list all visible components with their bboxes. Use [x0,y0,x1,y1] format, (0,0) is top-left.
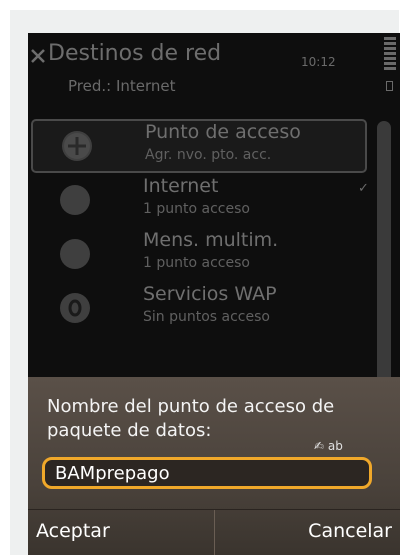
phone-screen: Destinos de red Pred.: Internet 10:12 Pu… [28,33,400,555]
access-point-name-input[interactable]: BAMprepago [42,457,372,489]
softkey-bar: Aceptar Cancelar [28,509,400,555]
list-item-add-access-point[interactable]: Punto de acceso Agr. nvo. pto. acc. [31,119,367,173]
clock: 10:12 [301,55,336,69]
list-item-title: Servicios WAP [143,283,277,305]
page-title: Destinos de red [48,41,222,66]
list-item-subtitle: Sin puntos acceso [143,309,270,325]
list-item-title: Punto de acceso [145,121,301,143]
input-value: BAMprepago [55,463,170,484]
battery-icon [386,81,393,91]
list-item-mms[interactable]: Mens. multim. 1 punto acceso [28,227,368,281]
softkey-divider [214,510,215,555]
default-destination: Pred.: Internet [68,77,176,95]
wap-icon [60,293,90,323]
dialog-label: Nombre del punto de acceso de paquete de… [47,396,335,441]
scrollbar[interactable] [377,121,391,421]
accept-button[interactable]: Aceptar [36,520,110,542]
signal-strength-icon [384,37,396,73]
list-item-subtitle: 1 punto acceso [143,255,250,271]
list-item-title: Mens. multim. [143,229,279,251]
list-item-subtitle: 1 punto acceso [143,201,250,217]
globe-icon [60,185,90,215]
mms-icon [60,239,90,269]
check-icon: ✓ [358,181,369,196]
add-access-point-icon [62,131,92,161]
cancel-button[interactable]: Cancelar [308,520,392,542]
close-icon[interactable] [30,48,46,64]
list-item-title: Internet [143,175,219,197]
list-item-subtitle: Agr. nvo. pto. acc. [145,147,272,163]
list-item-internet[interactable]: Internet 1 punto acceso ✓ [28,173,369,227]
input-mode-indicator: ✍ ab [314,439,343,453]
list-item-wap[interactable]: Servicios WAP Sin puntos acceso [28,281,368,335]
access-point-name-dialog: Nombre del punto de acceso de paquete de… [28,377,400,555]
